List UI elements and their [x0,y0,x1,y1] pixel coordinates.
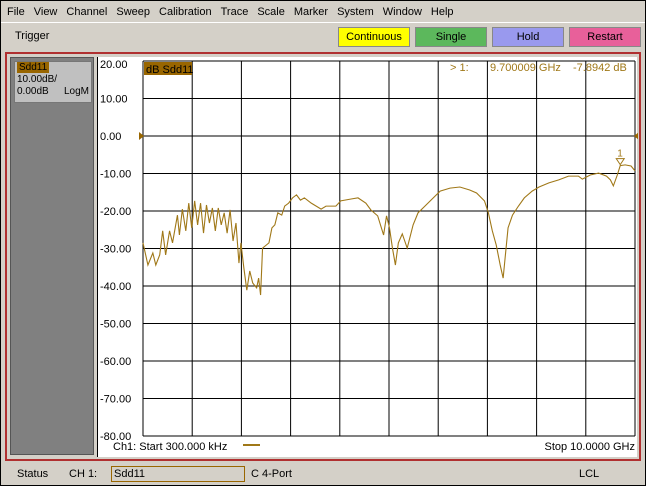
trigger-toolbar: Trigger Continuous Single Hold Restart [1,25,645,49]
menu-help[interactable]: Help [431,6,454,18]
menu-marker[interactable]: Marker [294,6,328,18]
sdd11-chart[interactable]: 20.00 10.00 0.00 -10.00 -20.00 -30.00 -40.00 -5… [98,57,638,457]
menu-window[interactable]: Window [383,6,422,18]
channel-label: CH 1: [69,468,98,480]
y-tick-label: -20.00 [100,206,131,218]
marker-readout-value: -7.8942 dB [573,62,627,74]
menu-channel[interactable]: Channel [66,6,107,18]
y-tick-label: -10.00 [100,169,131,181]
active-parameter-field[interactable]: Sdd11 [111,466,245,482]
y-tick-label: -50.00 [100,319,131,331]
y-tick-label: 10.00 [100,94,128,106]
y-tick-label: 20.00 [100,59,128,71]
hold-button[interactable]: Hold [492,27,564,47]
marker-1-label: 1 [617,149,623,160]
marker-readout-prefix: > 1: [450,62,469,74]
marker-readout-frequency: 9.700009 GHz [490,62,561,74]
y-tick-label: -70.00 [100,394,131,406]
trace-info-box[interactable]: Sdd11 10.00dB/ 0.00dB LogM [14,61,92,103]
single-button[interactable]: Single [415,27,487,47]
menu-calibration[interactable]: Calibration [159,6,212,18]
menu-bar: File View Channel Sweep Calibration Trace Scal… [1,1,645,23]
trace-scale: 10.00dB/ [17,74,58,85]
analyzer-window: File View Channel Sweep Calibration Trace Scal… [1,1,645,485]
y-tick-label: 0.00 [100,131,121,143]
sweep-stop-label: Stop 10.0000 GHz [544,441,635,453]
channel-window: Sdd11 10.00dB/ 0.00dB LogM 20.00 10.00 0.00… [5,52,641,461]
continuous-button[interactable]: Continuous [338,27,410,47]
menu-sweep[interactable]: Sweep [116,6,150,18]
y-tick-label: -60.00 [100,356,131,368]
status-bar: Status CH 1: Sdd11 C 4-Port LCL [1,463,645,485]
restart-button[interactable]: Restart [569,27,641,47]
trace-format: LogM [63,86,89,97]
port-mode: C 4-Port [251,468,292,480]
plot-panel[interactable]: 20.00 10.00 0.00 -10.00 -20.00 -30.00 -40.00 -5… [97,57,638,457]
trace-ref: 0.00dB [17,86,49,97]
lcl-indicator: LCL [579,468,600,480]
menu-trace[interactable]: Trace [221,6,249,18]
menu-scale[interactable]: Scale [257,6,285,18]
y-tick-label: -30.00 [100,244,131,256]
status-label: Status [17,468,49,480]
menu-view[interactable]: View [34,6,58,18]
menu-file[interactable]: File [7,6,25,18]
trigger-label: Trigger [15,30,50,42]
trace-info-panel: Sdd11 10.00dB/ 0.00dB LogM [10,57,94,455]
trace-title-label: dB Sdd11 [146,64,194,76]
y-tick-label: -40.00 [100,281,131,293]
sweep-start-label: Ch1: Start 300.000 kHz [113,441,227,453]
trace-name: Sdd11 [17,62,50,73]
menu-system[interactable]: System [337,6,374,18]
